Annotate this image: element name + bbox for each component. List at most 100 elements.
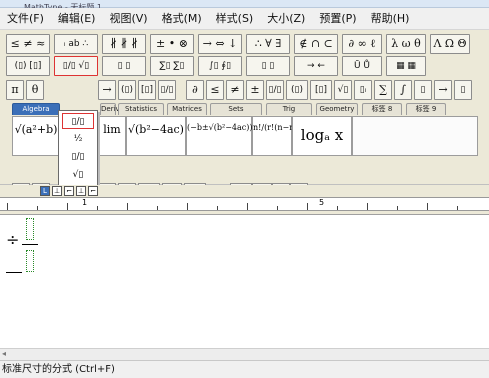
tab-decimal-button[interactable]: ⊥ (76, 186, 86, 196)
misc-palette-button[interactable]: ∂ ∞ ℓ (342, 34, 382, 54)
template-radical-expression[interactable]: √(a²+b) (12, 116, 60, 156)
quick-radical-button[interactable]: √▯ (334, 80, 352, 100)
ruler-tick (427, 203, 428, 210)
menu-bar: 文件(F) 编辑(E) 视图(V) 格式(M) 样式(S) 大小(Z) 预置(P… (0, 8, 489, 30)
template-combination[interactable]: n!/(r!(n−r)!) (252, 116, 303, 156)
quick-neq-button[interactable]: ≠ (226, 80, 244, 100)
menu-view[interactable]: 视图(V) (102, 9, 154, 29)
dropdown-fraction-alt[interactable]: ▯/▯ (62, 149, 94, 165)
menu-style[interactable]: 样式(S) (209, 9, 261, 29)
integral-palette-button[interactable]: ∫▯ ∮▯ (198, 56, 242, 76)
relations-palette-button[interactable]: ≤ ≠ ≈ (6, 34, 50, 54)
template-limit[interactable]: lim (98, 116, 126, 156)
status-bar: 标准尺寸的分式 (Ctrl+F) (0, 360, 489, 378)
greek-lower-palette-button[interactable]: λ ω θ (386, 34, 426, 54)
menu-size[interactable]: 大小(Z) (260, 9, 312, 29)
quick-theta-button[interactable]: θ (26, 80, 44, 100)
dropdown-radical[interactable]: √▯ (62, 167, 94, 183)
ruler-tick (307, 203, 308, 210)
greek-upper-palette-button[interactable]: Λ Ω Θ (430, 34, 470, 54)
menu-format[interactable]: 格式(M) (155, 9, 209, 29)
ruler-tick (367, 203, 368, 210)
template-empty-area (352, 116, 478, 156)
tab-matrices[interactable]: Matrices (167, 103, 207, 115)
template-combination-label: n!/(r!(n−r)!) (253, 123, 303, 132)
labeled-arrows-palette-button[interactable]: → ← (294, 56, 338, 76)
embellishments-palette-button[interactable]: ∦ ∦ ∦ (102, 34, 146, 54)
ruler[interactable]: 1 5 (0, 197, 489, 211)
menu-preferences[interactable]: 预置(P) (312, 9, 363, 29)
tab-8[interactable]: 标签 8 (362, 103, 402, 115)
tab-statistics[interactable]: Statistics (118, 103, 164, 115)
ruler-tick (97, 206, 98, 210)
template-logarithm-label: logₐ x (300, 126, 344, 144)
baseline-marker (6, 272, 22, 273)
template-logarithm[interactable]: logₐ x (292, 116, 352, 156)
matrices-palette-button[interactable]: ▦ ▦ (386, 56, 426, 76)
quick-sum-button[interactable]: ∑ (374, 80, 392, 100)
ruler-tick (157, 206, 158, 210)
quick-leq-button[interactable]: ≤ (206, 80, 224, 100)
ruler-tick (277, 206, 278, 210)
tab-bar-button[interactable]: ⌐ (88, 186, 98, 196)
tab-sets[interactable]: Sets (210, 103, 262, 115)
quick-matrix-button[interactable]: ▯ (454, 80, 472, 100)
tab-9[interactable]: 标签 9 (406, 103, 446, 115)
ruler-tick (67, 203, 68, 210)
tab-derivations[interactable]: Derivations (100, 103, 141, 115)
spaces-palette-button[interactable]: ᵢ ab ∴ (54, 34, 98, 54)
tab-trig[interactable]: Trig (266, 103, 312, 115)
template-discriminant[interactable]: √(b²−4ac) (126, 116, 186, 156)
dropdown-small-fraction[interactable]: ¹⁄₂ (62, 131, 94, 147)
subscript-palette-button[interactable]: ▯ ▯ (102, 56, 146, 76)
tab-algebra[interactable]: Algebra (12, 103, 60, 115)
scroll-left-icon[interactable]: ◂ (2, 349, 6, 358)
summation-palette-button[interactable]: ∑▯ ∑▯ (150, 56, 194, 76)
quick-box-button[interactable]: ▯ (414, 80, 432, 100)
template-radical-expression-label: √(a²+b) (14, 123, 58, 136)
arrows-palette-button[interactable]: → ⇔ ↓ (198, 34, 242, 54)
quick-partial-button[interactable]: ∂ (186, 80, 204, 100)
menu-help[interactable]: 帮助(H) (364, 9, 417, 29)
quick-template-button-3[interactable]: ▯/▯ (158, 80, 176, 100)
quick-fraction-button[interactable]: ▯/▯ (266, 80, 284, 100)
quick-template-button-2[interactable]: [▯] (138, 80, 156, 100)
menu-file[interactable]: 文件(F) (0, 9, 51, 29)
quick-plusminus-button[interactable]: ± (246, 80, 264, 100)
template-quadratic-formula[interactable]: (−b±√(b²−4ac))/2a (186, 116, 265, 156)
sets-palette-button[interactable]: ∉ ∩ ⊂ (294, 34, 338, 54)
division-operator: ÷ (6, 230, 20, 249)
horizontal-scrollbar[interactable]: ◂ (0, 348, 489, 360)
ruler-tick (217, 206, 218, 210)
ruler-tick (7, 203, 8, 210)
logic-palette-button[interactable]: ∴ ∀ ∃ (246, 34, 290, 54)
tab-right-button[interactable]: ⌐ (64, 186, 74, 196)
operators-palette-button[interactable]: ± • ⊗ (150, 34, 194, 54)
numerator-slot[interactable] (26, 218, 34, 240)
ruler-tick (457, 206, 458, 210)
quick-parens-button[interactable]: (▯) (286, 80, 308, 100)
menu-edit[interactable]: 编辑(E) (51, 9, 103, 29)
template-discriminant-label: √(b²−4ac) (128, 123, 184, 136)
fraction-radical-palette-button[interactable]: ▯/▯ √▯ (54, 56, 98, 76)
quick-vector-button[interactable]: → (434, 80, 452, 100)
fences-palette-button[interactable]: (▯) [▯] (6, 56, 50, 76)
equation-editor-area[interactable]: ÷ (0, 216, 489, 348)
ruler-area: L ⊥ ⌐ ⊥ ⌐ 1 5 (0, 185, 489, 215)
quick-template-button-1[interactable]: (▯) (118, 80, 136, 100)
dropdown-full-fraction[interactable]: ▯/▯ (62, 113, 94, 129)
tab-geometry[interactable]: Geometry (316, 103, 358, 115)
quick-integral-button[interactable]: ∫ (394, 80, 412, 100)
quick-brackets-button[interactable]: [▯] (310, 80, 332, 100)
quick-pi-button[interactable]: π (6, 80, 24, 100)
ruler-label-5: 5 (319, 198, 325, 207)
ruler-tick (187, 203, 188, 210)
quick-arrow-button[interactable]: → (98, 80, 116, 100)
products-palette-button[interactable]: Ū Ů (342, 56, 382, 76)
status-text: 标准尺寸的分式 (Ctrl+F) (2, 364, 115, 375)
tab-center-button[interactable]: ⊥ (52, 186, 62, 196)
underbar-palette-button[interactable]: ▯ ▯ (246, 56, 290, 76)
quick-subscript-button[interactable]: ▯ᵢ (354, 80, 372, 100)
denominator-slot[interactable] (26, 250, 34, 272)
tab-left-button[interactable]: L (40, 186, 50, 196)
